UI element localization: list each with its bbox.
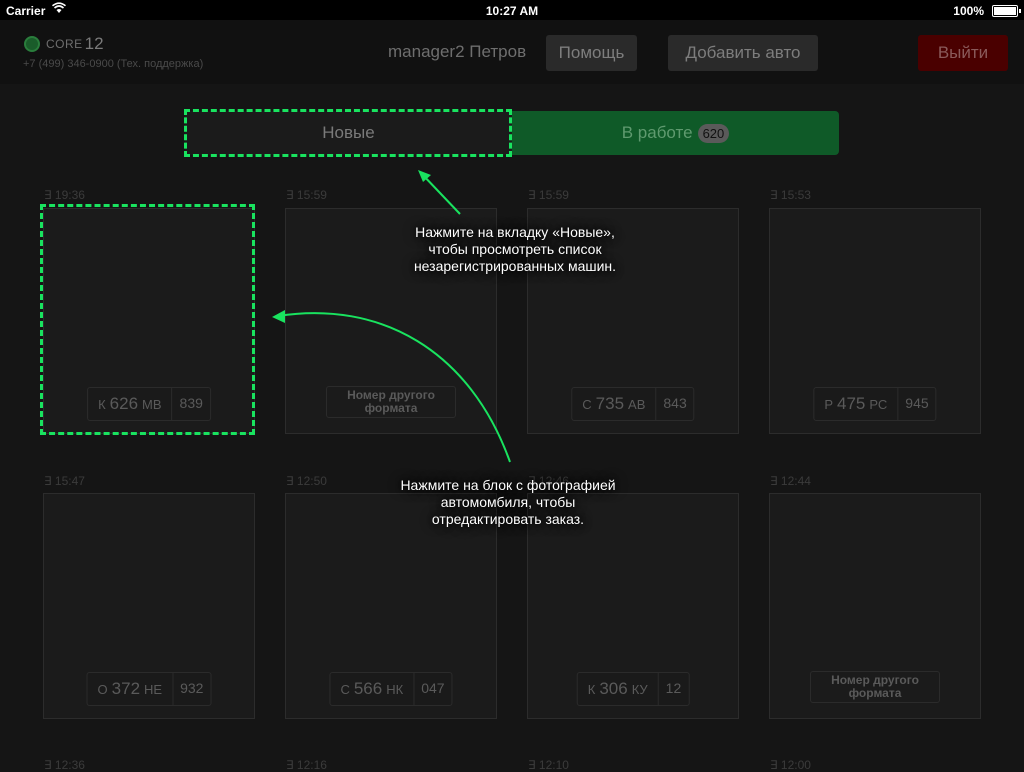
count-badge: 620 — [697, 123, 730, 143]
car-card[interactable]: Р 475 РС 945 — [769, 208, 981, 434]
logo-icon — [24, 36, 40, 52]
license-plate: К 306 КУ 12 — [576, 672, 690, 706]
tab-highlight — [184, 109, 512, 157]
license-plate: О 372 НЕ 932 — [86, 672, 212, 706]
license-plate: С 566 НК 047 — [329, 672, 453, 706]
logout-button[interactable]: Выйти — [918, 35, 1008, 71]
tab-in-work[interactable]: В работе 620 — [512, 111, 839, 155]
top-bar: CORE 12 +7 (499) 346-0900 (Тех. поддержк… — [0, 20, 1024, 84]
hint-tab: Нажмите на вкладку «Новые», чтобы просмо… — [413, 224, 617, 274]
card-time: ∃ 15:47 — [44, 474, 85, 488]
battery-percent: 100% — [953, 4, 984, 18]
status-time: 10:27 AM — [485, 4, 539, 18]
user-name: manager2 Петров — [388, 42, 527, 61]
card-highlight — [40, 204, 255, 435]
other-format-plate: Номер другого формата — [326, 386, 456, 418]
other-format-plate: Номер другого формата — [810, 671, 940, 703]
logo: CORE 12 — [24, 34, 104, 54]
battery-icon — [992, 5, 1021, 17]
card-time: ∃ 15:59 — [528, 188, 569, 202]
card-time: ∃ 12:16 — [286, 758, 327, 772]
hint-card: Нажмите на блок с фотографией автомомбил… — [400, 477, 616, 527]
status-bar: Carrier 10:27 AM 100% — [0, 0, 1024, 20]
card-time: ∃ 19:36 — [44, 188, 85, 202]
add-car-button[interactable]: Добавить авто — [668, 35, 818, 71]
support-phone: +7 (499) 346-0900 (Тех. поддержка) — [23, 58, 204, 70]
logo-core: CORE — [46, 37, 83, 51]
tab-in-work-label: В работе — [621, 123, 693, 142]
card-time: ∃ 15:53 — [770, 188, 811, 202]
license-plate: С 735 АВ 843 — [571, 387, 695, 421]
logo-number: 12 — [84, 34, 104, 53]
card-time: ∃ 12:10 — [528, 758, 569, 772]
card-time: ∃ 12:44 — [770, 474, 811, 488]
license-plate: Р 475 РС 945 — [813, 387, 937, 421]
card-time: ∃ 15:59 — [286, 188, 327, 202]
card-time: ∃ 12:00 — [770, 758, 811, 772]
car-card[interactable]: О 372 НЕ 932 — [43, 493, 255, 719]
card-time: ∃ 12:36 — [44, 758, 85, 772]
card-time: ∃ 12:50 — [286, 474, 327, 488]
help-button[interactable]: Помощь — [546, 35, 637, 71]
car-card[interactable]: Номер другого формата — [769, 493, 981, 719]
